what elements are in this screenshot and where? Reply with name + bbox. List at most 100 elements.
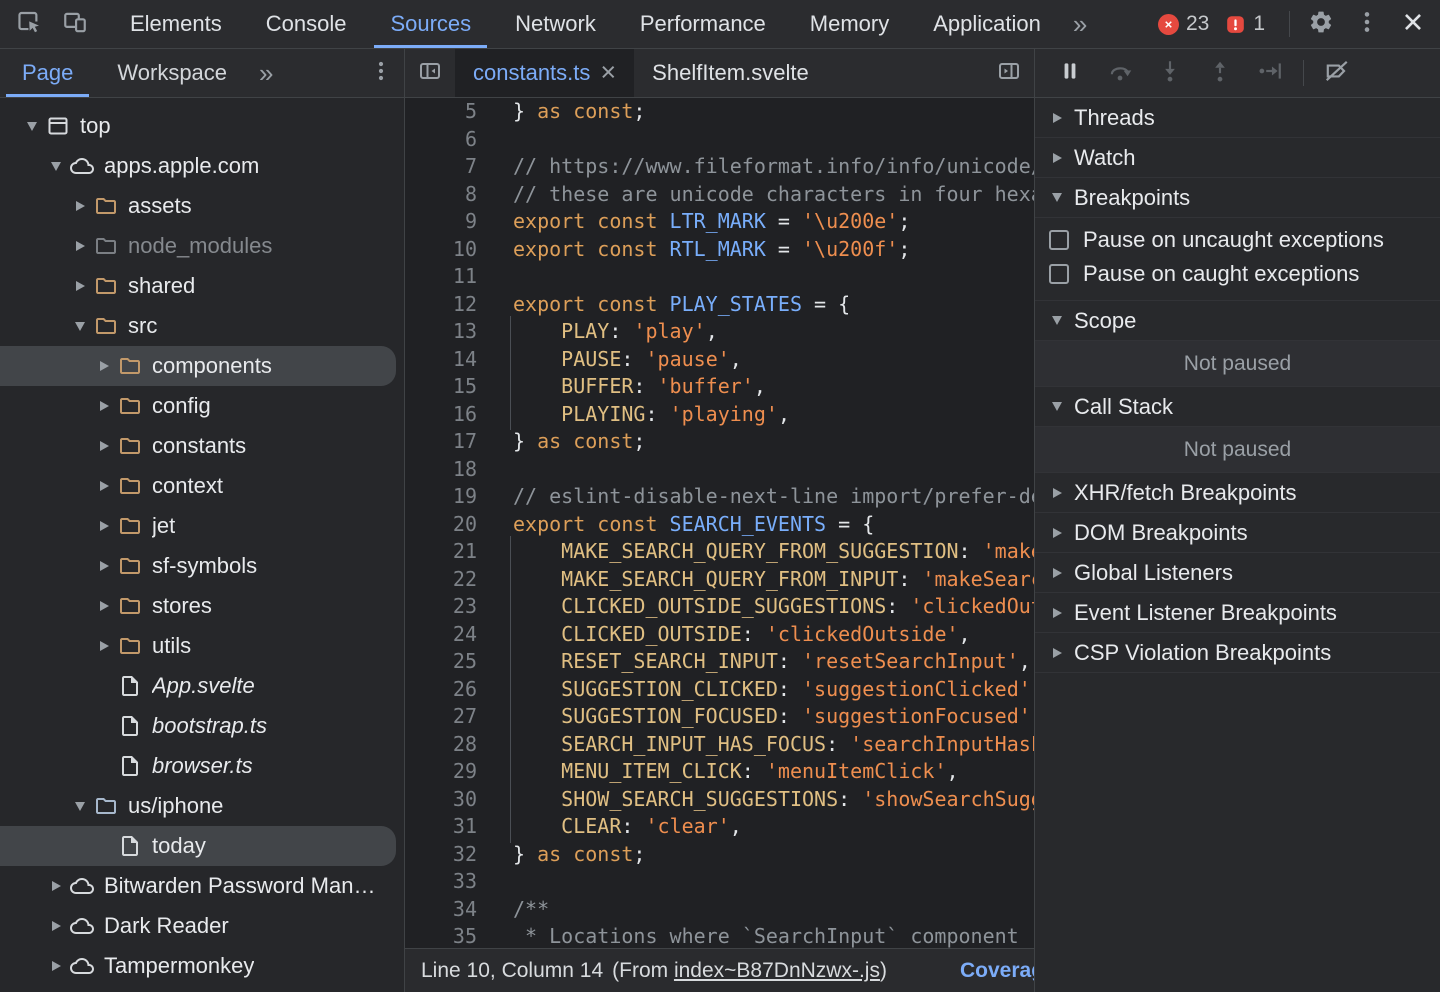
chevron-right-icon[interactable] (48, 918, 64, 934)
chevron-right-icon[interactable] (96, 398, 112, 414)
line-number[interactable]: 7 (405, 153, 477, 181)
tree-item-bootstrap-ts[interactable]: bootstrap.ts (0, 706, 404, 746)
step-over-button[interactable] (1095, 49, 1145, 97)
tree-item-utils[interactable]: utils (0, 626, 404, 666)
tab-workspace[interactable]: Workspace (95, 49, 249, 97)
line-number[interactable]: 34 (405, 896, 477, 924)
tab-elements[interactable]: Elements (108, 0, 244, 48)
chevron-right-icon[interactable] (72, 278, 88, 294)
pause-on-caught-exceptions-checkbox[interactable]: Pause on caught exceptions (1035, 257, 1440, 291)
pause-on-uncaught-exceptions-checkbox[interactable]: Pause on uncaught exceptions (1035, 223, 1440, 257)
tab-shelfitem-svelte[interactable]: ShelfItem.svelte (634, 49, 827, 97)
pause-button[interactable] (1045, 49, 1095, 97)
tree-item-apps-apple-com[interactable]: apps.apple.com (0, 146, 404, 186)
line-number[interactable]: 28 (405, 731, 477, 759)
line-number[interactable]: 12 (405, 291, 477, 319)
step-button[interactable] (1245, 49, 1295, 97)
inspect-element-button[interactable] (6, 0, 52, 48)
step-out-button[interactable] (1195, 49, 1245, 97)
source-map-link[interactable]: index~B87DnNzwx-.js (674, 959, 880, 982)
tree-item-top[interactable]: top (0, 106, 404, 146)
line-number[interactable]: 35 (405, 923, 477, 948)
line-number[interactable]: 30 (405, 786, 477, 814)
tree-item-node-modules[interactable]: node_modules (0, 226, 404, 266)
line-number[interactable]: 18 (405, 456, 477, 484)
chevron-right-icon[interactable] (48, 878, 64, 894)
tab-constants-ts[interactable]: constants.ts× (455, 49, 634, 97)
line-number[interactable]: 33 (405, 868, 477, 896)
line-number[interactable]: 17 (405, 428, 477, 456)
chevron-down-icon[interactable] (72, 318, 88, 334)
line-number[interactable]: 8 (405, 181, 477, 209)
section-threads[interactable]: Threads (1035, 98, 1440, 138)
line-number[interactable]: 29 (405, 758, 477, 786)
tree-item-today[interactable]: today (0, 826, 396, 866)
tree-item-constants[interactable]: constants (0, 426, 404, 466)
chevron-right-icon[interactable] (96, 518, 112, 534)
tree-item-components[interactable]: components (0, 346, 396, 386)
section-event-listener-breakpoints[interactable]: Event Listener Breakpoints (1035, 593, 1440, 633)
more-tabs-button[interactable]: » (1063, 0, 1097, 48)
tree-item-shared[interactable]: shared (0, 266, 404, 306)
close-devtools-button[interactable] (1390, 0, 1436, 48)
tree-item-sf-symbols[interactable]: sf-symbols (0, 546, 404, 586)
toggle-debugger-button[interactable] (984, 49, 1034, 97)
line-number[interactable]: 5 (405, 98, 477, 126)
line-number[interactable]: 16 (405, 401, 477, 429)
chevron-right-icon[interactable] (96, 638, 112, 654)
error-badge[interactable]: 23 (1158, 12, 1209, 36)
tree-item-context[interactable]: context (0, 466, 404, 506)
tree-item-stores[interactable]: stores (0, 586, 404, 626)
deactivate-breakpoints-button[interactable] (1312, 49, 1362, 97)
line-number[interactable]: 23 (405, 593, 477, 621)
step-into-button[interactable] (1145, 49, 1195, 97)
tree-item-jet[interactable]: jet (0, 506, 404, 546)
line-number[interactable]: 19 (405, 483, 477, 511)
line-number[interactable]: 6 (405, 126, 477, 154)
chevron-right-icon[interactable] (72, 198, 88, 214)
coverage-link[interactable]: Coverage (960, 959, 1034, 983)
tab-network[interactable]: Network (493, 0, 618, 48)
issues-badge[interactable]: 1 (1225, 12, 1265, 36)
chevron-down-icon[interactable] (24, 118, 40, 134)
chevron-right-icon[interactable] (96, 438, 112, 454)
navigator-more-tabs-button[interactable]: » (249, 49, 283, 97)
line-number[interactable]: 31 (405, 813, 477, 841)
tab-page[interactable]: Page (0, 49, 95, 97)
line-number[interactable]: 14 (405, 346, 477, 374)
tab-application[interactable]: Application (911, 0, 1063, 48)
tab-sources[interactable]: Sources (368, 0, 493, 48)
settings-button[interactable] (1298, 0, 1344, 48)
chevron-right-icon[interactable] (96, 558, 112, 574)
chevron-right-icon[interactable] (96, 598, 112, 614)
tree-item-bitwarden-password-man[interactable]: Bitwarden Password Man… (0, 866, 404, 906)
line-number[interactable]: 24 (405, 621, 477, 649)
tree-item-app-svelte[interactable]: App.svelte (0, 666, 404, 706)
tree-item-dark-reader[interactable]: Dark Reader (0, 906, 404, 946)
tab-console[interactable]: Console (244, 0, 369, 48)
line-number[interactable]: 32 (405, 841, 477, 869)
chevron-down-icon[interactable] (72, 798, 88, 814)
code-editor[interactable]: 5} as const;67// https://www.fileformat.… (405, 98, 1034, 948)
section-xhr-fetch-breakpoints[interactable]: XHR/fetch Breakpoints (1035, 473, 1440, 513)
tree-item-us-iphone[interactable]: us/iphone (0, 786, 404, 826)
line-number[interactable]: 15 (405, 373, 477, 401)
line-number[interactable]: 20 (405, 511, 477, 539)
device-toolbar-button[interactable] (52, 0, 98, 48)
section-breakpoints[interactable]: Breakpoints (1035, 178, 1440, 218)
line-number[interactable]: 9 (405, 208, 477, 236)
section-scope[interactable]: Scope (1035, 301, 1440, 341)
tree-item-src[interactable]: src (0, 306, 404, 346)
tree-item-tampermonkey[interactable]: Tampermonkey (0, 946, 404, 986)
line-number[interactable]: 13 (405, 318, 477, 346)
section-call-stack[interactable]: Call Stack (1035, 387, 1440, 427)
line-number[interactable]: 27 (405, 703, 477, 731)
line-number[interactable]: 10 (405, 236, 477, 264)
section-global-listeners[interactable]: Global Listeners (1035, 553, 1440, 593)
close-tab-icon[interactable]: × (600, 59, 616, 86)
navigator-menu-button[interactable] (358, 49, 404, 97)
checkbox-icon[interactable] (1049, 264, 1069, 284)
section-dom-breakpoints[interactable]: DOM Breakpoints (1035, 513, 1440, 553)
line-number[interactable]: 21 (405, 538, 477, 566)
tree-item-assets[interactable]: assets (0, 186, 404, 226)
